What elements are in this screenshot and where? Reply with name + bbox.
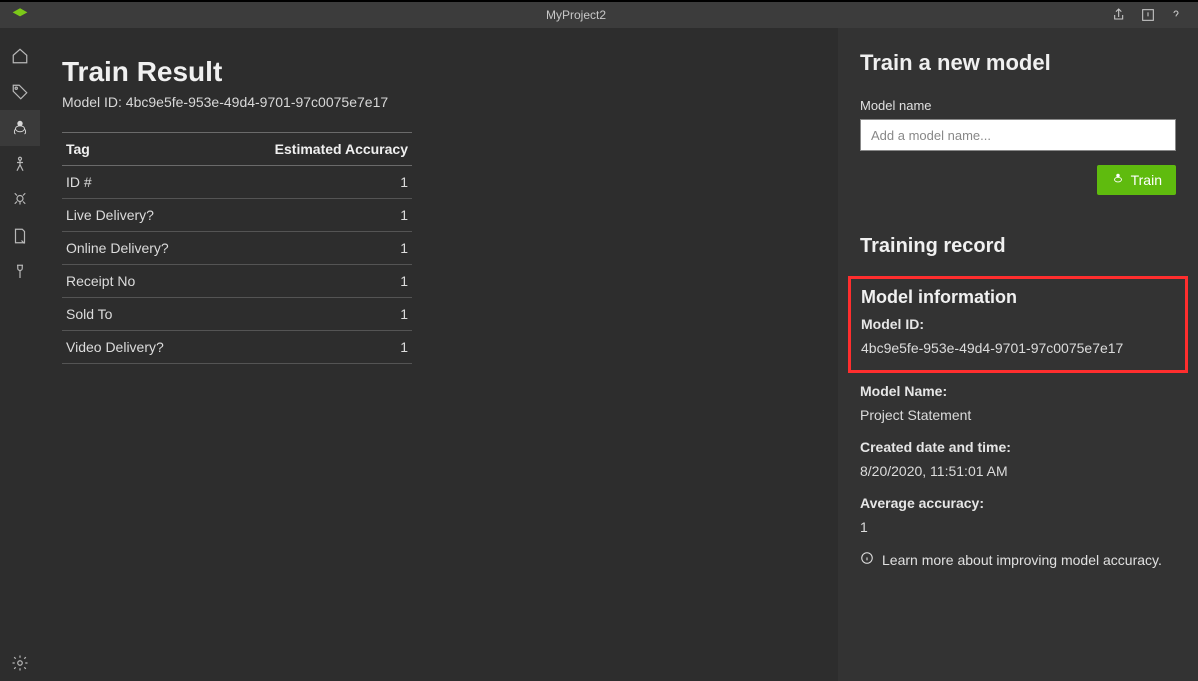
table-row: Video Delivery?1: [62, 331, 412, 364]
table-row: Receipt No1: [62, 265, 412, 298]
avg-accuracy-key: Average accuracy:: [860, 495, 1176, 511]
info-icon: [860, 551, 874, 568]
learn-more-link[interactable]: Learn more about improving model accurac…: [860, 551, 1176, 568]
left-sidebar: [0, 28, 40, 681]
model-name-input[interactable]: [860, 119, 1176, 151]
main-content: Train Result Model ID: 4bc9e5fe-953e-49d…: [40, 28, 838, 681]
model-info-heading: Model information: [861, 287, 1175, 308]
train-button-label: Train: [1131, 172, 1162, 188]
train-icon: [1111, 172, 1125, 189]
nav-train[interactable]: [0, 110, 40, 146]
nav-analyze[interactable]: [0, 182, 40, 218]
model-id-value: 4bc9e5fe-953e-49d4-9701-97c0075e7e17: [861, 340, 1175, 356]
train-new-heading: Train a new model: [860, 50, 1176, 76]
model-name-label: Model name: [860, 98, 1176, 113]
col-header-tag: Tag: [62, 133, 216, 166]
right-panel: Train a new model Model name Train Train…: [838, 28, 1198, 681]
col-header-accuracy: Estimated Accuracy: [216, 133, 412, 166]
top-bar: MyProject2: [0, 0, 1198, 28]
nav-home[interactable]: [0, 38, 40, 74]
help-icon[interactable]: [1168, 7, 1184, 23]
training-record-heading: Training record: [860, 235, 1176, 258]
train-button[interactable]: Train: [1097, 165, 1176, 195]
app-logo: [0, 7, 40, 23]
nav-tags[interactable]: [0, 74, 40, 110]
table-row: Online Delivery?1: [62, 232, 412, 265]
avg-accuracy-value: 1: [860, 519, 1176, 535]
feedback-icon[interactable]: [1140, 7, 1156, 23]
page-title: Train Result: [62, 56, 816, 88]
table-row: Live Delivery?1: [62, 199, 412, 232]
model-id-line: Model ID: 4bc9e5fe-953e-49d4-9701-97c007…: [62, 94, 816, 110]
tags-table: Tag Estimated Accuracy ID #1 Live Delive…: [62, 132, 412, 364]
nav-compose[interactable]: [0, 146, 40, 182]
created-value: 8/20/2020, 11:51:01 AM: [860, 463, 1176, 479]
model-name-key: Model Name:: [860, 383, 1176, 399]
created-key: Created date and time:: [860, 439, 1176, 455]
nav-document[interactable]: [0, 218, 40, 254]
window-title: MyProject2: [40, 8, 1112, 22]
table-row: ID #1: [62, 166, 412, 199]
model-name-value: Project Statement: [860, 407, 1176, 423]
model-info-highlight: Model information Model ID: 4bc9e5fe-953…: [848, 276, 1188, 373]
nav-connect[interactable]: [0, 254, 40, 290]
learn-more-text: Learn more about improving model accurac…: [882, 552, 1162, 568]
nav-settings[interactable]: [0, 645, 40, 681]
model-id-key: Model ID:: [861, 316, 1175, 332]
table-row: Sold To1: [62, 298, 412, 331]
share-icon[interactable]: [1112, 7, 1128, 23]
